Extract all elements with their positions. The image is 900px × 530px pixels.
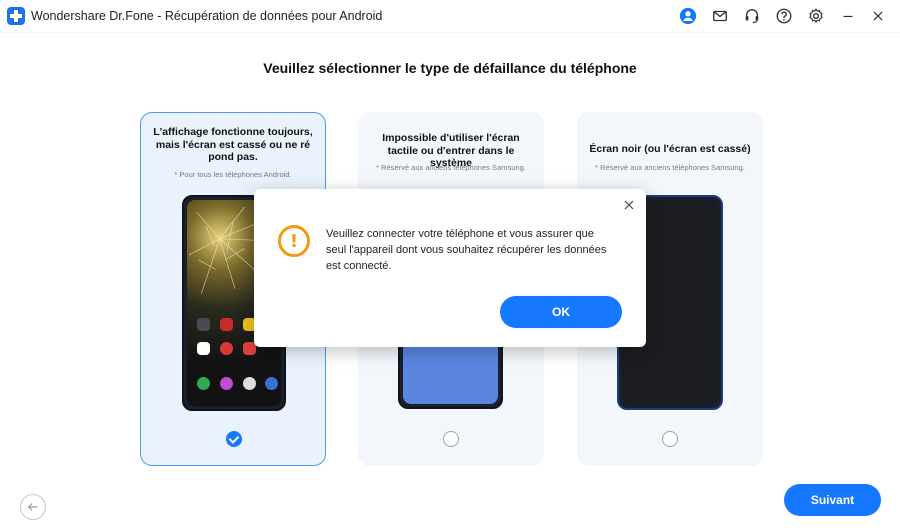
dialog-message: Veuillez connecter votre téléphone et vo… [326,228,607,272]
card-title: L'affichage fonctionne toujours, mais l'… [153,126,313,163]
account-icon[interactable] [678,6,698,26]
dialog-close-icon[interactable] [622,198,636,212]
arrow-left-icon [27,503,38,511]
title-bar: Wondershare Dr.Fone - Récupération de do… [0,0,900,32]
help-icon[interactable] [774,6,794,26]
mail-icon[interactable] [710,6,730,26]
headset-icon[interactable] [742,6,762,26]
card-note: * Pour tous les téléphones Android. [174,170,292,179]
card-note: * Réservé aux anciens téléphones Samsung… [376,163,526,172]
settings-icon[interactable] [806,6,826,26]
minimize-icon[interactable] [838,6,858,26]
option-radio[interactable] [443,431,459,447]
ok-button[interactable]: OK [500,296,622,328]
connect-phone-dialog: ! Veuillez connecter votre téléphone et … [254,189,646,347]
page-title: Veuillez sélectionner le type de défaill… [263,60,637,76]
close-icon[interactable] [868,6,888,26]
option-radio[interactable] [662,431,678,447]
card-note: * Réservé aux anciens téléphones Samsung… [595,163,745,172]
option-radio-checked[interactable] [226,431,242,447]
back-button[interactable] [20,494,46,520]
drfone-logo-icon [7,7,25,25]
title-divider [0,32,900,33]
window-title: Wondershare Dr.Fone - Récupération de do… [31,9,383,23]
warning-icon: ! [278,225,310,257]
next-button[interactable]: Suivant [784,484,881,516]
card-title: Écran noir (ou l'écran est cassé) [589,143,751,155]
